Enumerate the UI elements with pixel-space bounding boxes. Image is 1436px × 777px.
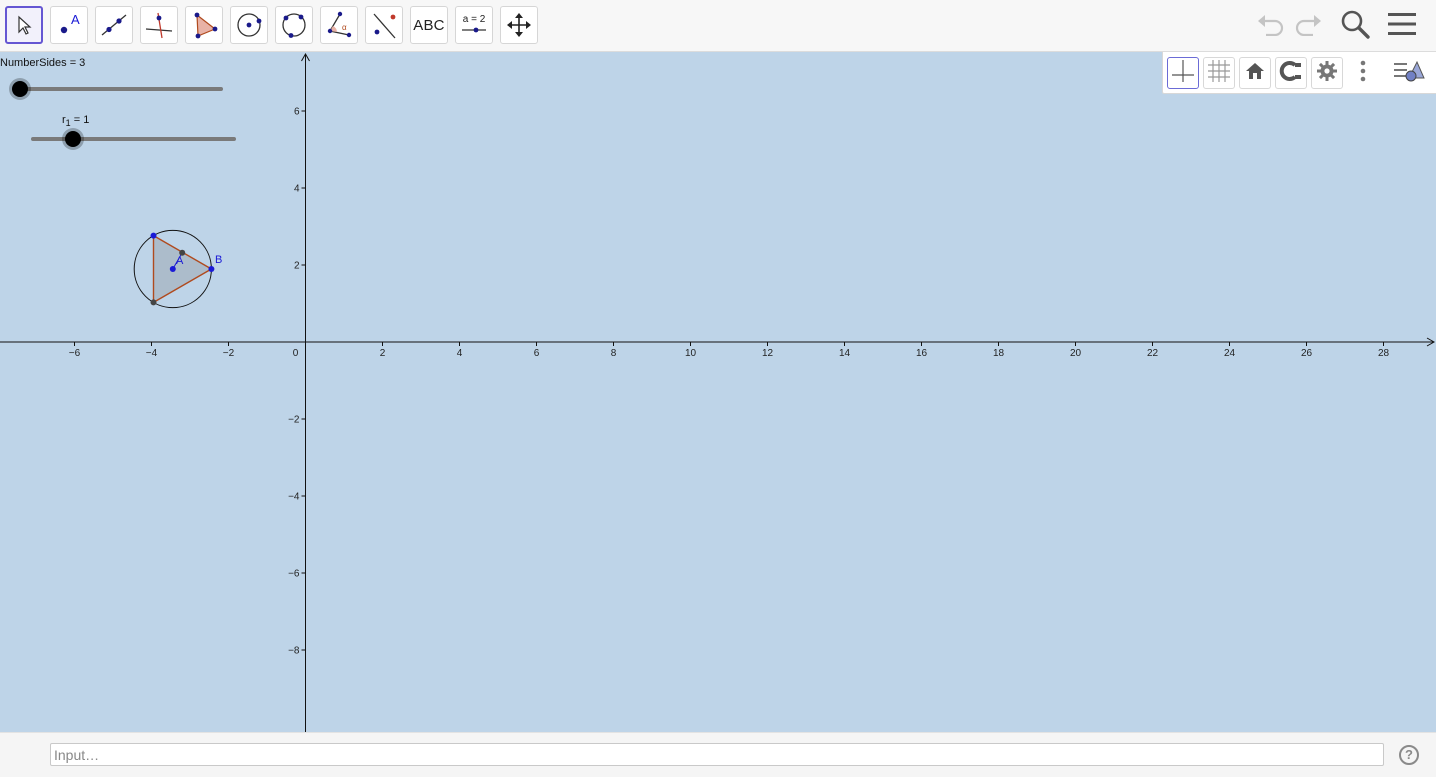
y-ticks: 6 4 2 −2 −4 −6 −8 xyxy=(288,107,306,657)
svg-text:A: A xyxy=(71,12,80,27)
numbersides-slider-label: NumberSides = 3 xyxy=(0,57,86,69)
r1-slider-knob[interactable] xyxy=(65,131,81,147)
x-tick-label: 2 xyxy=(380,348,386,359)
circle-center-point-icon xyxy=(234,10,264,40)
polygon-tool-button[interactable] xyxy=(185,6,223,44)
x-tick-label: 4 xyxy=(457,348,463,359)
text-tool-button[interactable]: ABC xyxy=(410,6,448,44)
angle-tool-button[interactable]: α xyxy=(320,6,358,44)
x-tick-label: −4 xyxy=(146,348,158,359)
circle-three-points-tool-button[interactable] xyxy=(275,6,313,44)
x-tick-label: 28 xyxy=(1378,348,1390,359)
svg-text:a = 2: a = 2 xyxy=(463,14,486,25)
more-vertical-icon xyxy=(1359,59,1367,88)
numbersides-slider-knob[interactable] xyxy=(12,81,28,97)
more-options-button[interactable] xyxy=(1347,57,1379,89)
redo-icon xyxy=(1293,12,1323,41)
x-tick-label: 22 xyxy=(1147,348,1159,359)
angle-icon: α xyxy=(324,10,354,40)
move-tool-button[interactable] xyxy=(5,6,43,44)
x-tick-label: 26 xyxy=(1301,348,1313,359)
line-through-points-icon xyxy=(99,10,129,40)
y-tick-label: 4 xyxy=(294,184,300,195)
slider-icon: a = 2 xyxy=(459,10,489,40)
x-tick-label: 10 xyxy=(685,348,697,359)
x-tick-label: 24 xyxy=(1224,348,1236,359)
x-tick-label: 8 xyxy=(611,348,617,359)
x-tick-label: 14 xyxy=(839,348,851,359)
move-graphics-view-tool-button[interactable] xyxy=(500,6,538,44)
line-tool-button[interactable] xyxy=(95,6,133,44)
y-tick-label: −6 xyxy=(288,569,300,580)
point-tool-button[interactable]: A xyxy=(50,6,88,44)
x-ticks: −6 −4 −2 0 2 4 6 8 10 12 14 16 18 20 22 24 26 28 xyxy=(69,342,1390,359)
x-tick-label: −6 xyxy=(69,348,81,359)
y-tick-label: 2 xyxy=(294,261,300,272)
point-capturing-button[interactable] xyxy=(1275,57,1307,89)
point-b-label: B xyxy=(215,254,222,266)
x-tick-label: 6 xyxy=(534,348,540,359)
text-icon: ABC xyxy=(413,16,445,34)
axes-icon xyxy=(1171,59,1195,88)
gear-icon xyxy=(1316,60,1338,87)
main-toolbar: A α ABC a = 2 xyxy=(0,0,1436,52)
style-bar-toggle-icon xyxy=(1393,58,1425,89)
point-icon: A xyxy=(55,11,83,39)
x-tick-label: 20 xyxy=(1070,348,1082,359)
reflect-about-line-icon xyxy=(369,10,399,40)
style-bar-toggle-button[interactable] xyxy=(1393,57,1425,89)
point-a-label: A xyxy=(176,255,184,267)
circle-tool-button[interactable] xyxy=(230,6,268,44)
y-tick-label: −8 xyxy=(288,646,300,657)
input-bar: ? xyxy=(0,732,1436,777)
y-tick-label: −2 xyxy=(288,415,300,426)
vertex-point[interactable] xyxy=(150,299,157,306)
slider-tool-button[interactable]: a = 2 xyxy=(455,6,493,44)
search-button[interactable] xyxy=(1338,10,1372,42)
search-icon xyxy=(1339,8,1371,45)
x-tick-label: 18 xyxy=(993,348,1005,359)
settings-button[interactable] xyxy=(1311,57,1343,89)
x-tick-label: 12 xyxy=(762,348,774,359)
redo-button[interactable] xyxy=(1291,10,1325,42)
toggle-grid-button[interactable] xyxy=(1203,57,1235,89)
point-b[interactable] xyxy=(208,266,215,272)
main-menu-button[interactable] xyxy=(1385,10,1419,42)
coordinate-plane[interactable]: −6 −4 −2 0 2 4 6 8 10 12 14 16 18 20 22 24 26 28 642−2−4−… xyxy=(0,52,1436,732)
regular-polygon[interactable] xyxy=(152,234,213,304)
graphics-style-bar xyxy=(1162,52,1436,94)
point-capturing-icon xyxy=(1278,60,1304,87)
perpendicular-icon xyxy=(144,10,174,40)
vertex-point[interactable] xyxy=(150,232,157,239)
x-tick-label: −2 xyxy=(223,348,235,359)
perpendicular-line-tool-button[interactable] xyxy=(140,6,178,44)
svg-text:α: α xyxy=(342,23,347,32)
input-help-button[interactable]: ? xyxy=(1399,745,1419,765)
standard-view-button[interactable] xyxy=(1239,57,1271,89)
y-tick-label: 6 xyxy=(294,107,300,118)
menu-icon xyxy=(1387,11,1417,42)
undo-icon xyxy=(1256,12,1286,41)
grid-icon xyxy=(1207,59,1231,88)
arrow-pointer-icon xyxy=(13,14,35,36)
y-tick-label: −4 xyxy=(288,492,300,503)
r1-slider-track[interactable] xyxy=(31,137,236,141)
undo-button[interactable] xyxy=(1254,10,1288,42)
circle-three-points-icon xyxy=(279,10,309,40)
r1-slider-label: r1 = 1 xyxy=(62,114,90,129)
home-icon xyxy=(1244,60,1266,87)
move-arrows-icon xyxy=(506,12,532,38)
x-tick-label: 0 xyxy=(293,348,299,359)
point-a[interactable] xyxy=(169,266,176,272)
reflect-tool-button[interactable] xyxy=(365,6,403,44)
midpoint[interactable] xyxy=(179,249,186,256)
graphics-view[interactable]: −6 −4 −2 0 2 4 6 8 10 12 14 16 18 20 22 24 26 28 6 4 2 −2 −4−… xyxy=(0,52,1436,732)
numbersides-slider-track[interactable] xyxy=(12,87,223,91)
x-tick-label: 16 xyxy=(916,348,928,359)
polygon-icon xyxy=(189,10,219,40)
toggle-axes-button[interactable] xyxy=(1167,57,1199,89)
algebra-input-field[interactable] xyxy=(50,743,1384,766)
